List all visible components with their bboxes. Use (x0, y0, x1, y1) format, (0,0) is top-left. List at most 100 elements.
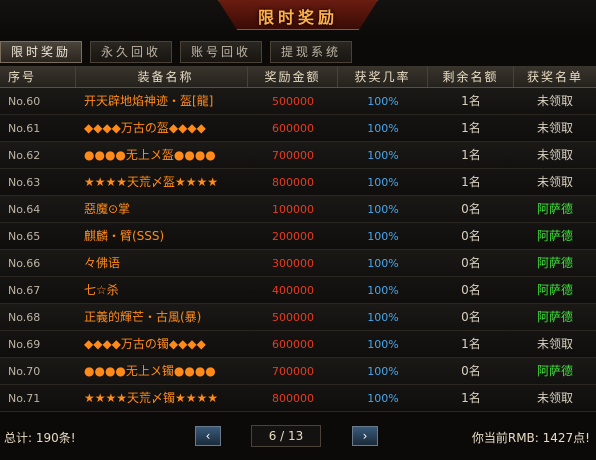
table-row: No.71 ★★★★天荒〆镯★★★★ 800000 100% 1名 未领取 (0, 385, 596, 412)
row-winner: 阿萨德 (536, 202, 573, 216)
tab-account-recycle[interactable]: 账号回收 (180, 41, 263, 63)
row-item-name: 々佛语 (84, 256, 121, 270)
row-no: No.71 (8, 392, 41, 405)
row-no: No.61 (8, 122, 41, 135)
header-name: 装备名称 (76, 66, 248, 87)
row-item-name: ◆◆◆◆万古の镯◆◆◆◆ (84, 337, 206, 351)
row-rate: 100% (367, 176, 399, 189)
row-amount: 700000 (272, 365, 314, 378)
row-rate: 100% (367, 149, 399, 162)
header-remaining: 剩余名额 (428, 66, 514, 87)
table-row: No.70 ●●●●无上〤镯●●●● 700000 100% 0名 阿萨德 (0, 358, 596, 385)
row-item-name: ◆◆◆◆万古の盔◆◆◆◆ (84, 121, 206, 135)
row-no: No.66 (8, 257, 41, 270)
row-remaining: 0名 (461, 283, 481, 297)
row-no: No.68 (8, 311, 41, 324)
rmb-balance: 你当前RMB: 1427点! (471, 431, 590, 445)
row-remaining: 0名 (461, 364, 481, 378)
row-winner: 阿萨德 (536, 310, 573, 324)
tab-withdraw-system[interactable]: 提现系统 (270, 41, 353, 63)
header-no: 序号 (0, 66, 76, 87)
page-indicator: 6 / 13 (251, 425, 321, 447)
row-winner: 未领取 (536, 94, 573, 108)
row-amount: 700000 (272, 149, 314, 162)
row-amount: 600000 (272, 338, 314, 351)
row-rate: 100% (367, 392, 399, 405)
row-remaining: 0名 (461, 229, 481, 243)
row-item-name: ●●●●无上〤镯●●●● (84, 364, 216, 378)
table-row: No.63 ★★★★天荒〆盔★★★★ 800000 100% 1名 未领取 (0, 169, 596, 196)
row-winner: 阿萨德 (536, 229, 573, 243)
row-no: No.60 (8, 95, 41, 108)
tab-permanent-recycle[interactable]: 永久回收 (90, 41, 173, 63)
row-rate: 100% (367, 338, 399, 351)
row-no: No.70 (8, 365, 41, 378)
row-rate: 100% (367, 203, 399, 216)
row-amount: 800000 (272, 392, 314, 405)
row-amount: 200000 (272, 230, 314, 243)
table-header: 序号 装备名称 奖励金额 获奖几率 剩余名额 获奖名单 (0, 66, 596, 88)
row-amount: 500000 (272, 311, 314, 324)
row-remaining: 1名 (461, 121, 481, 135)
row-item-name: 七☆杀 (84, 283, 119, 297)
row-amount: 100000 (272, 203, 314, 216)
row-amount: 800000 (272, 176, 314, 189)
row-item-name: ★★★★天荒〆盔★★★★ (84, 175, 219, 189)
row-winner: 未领取 (536, 391, 573, 405)
table-row: No.65 麒麟・臂(SSS) 200000 100% 0名 阿萨德 (0, 223, 596, 250)
header-rate: 获奖几率 (338, 66, 428, 87)
row-remaining: 1名 (461, 337, 481, 351)
pagination-footer: 总计: 190条! ‹ 6 / 13 › 你当前RMB: 1427点! (0, 421, 596, 460)
total-count: 总计: 190条! (4, 431, 76, 445)
row-rate: 100% (367, 122, 399, 135)
reward-table: 序号 装备名称 奖励金额 获奖几率 剩余名额 获奖名单 No.60 开天辟地焰神迹… (0, 66, 596, 412)
next-page-button[interactable]: › (352, 426, 378, 446)
header-banner: 限时奖励 (0, 0, 596, 38)
row-remaining: 1名 (461, 391, 481, 405)
table-row: No.61 ◆◆◆◆万古の盔◆◆◆◆ 600000 100% 1名 未领取 (0, 115, 596, 142)
row-winner: 阿萨德 (536, 283, 573, 297)
row-remaining: 1名 (461, 94, 481, 108)
table-row: No.68 正義的輝芒・古風(暴) 500000 100% 0名 阿萨德 (0, 304, 596, 331)
row-amount: 600000 (272, 122, 314, 135)
table-row: No.66 々佛语 300000 100% 0名 阿萨德 (0, 250, 596, 277)
row-remaining: 0名 (461, 310, 481, 324)
row-amount: 500000 (272, 95, 314, 108)
row-rate: 100% (367, 365, 399, 378)
row-no: No.69 (8, 338, 41, 351)
row-remaining: 0名 (461, 256, 481, 270)
row-no: No.67 (8, 284, 41, 297)
row-no: No.65 (8, 230, 41, 243)
row-item-name: 正義的輝芒・古風(暴) (84, 310, 202, 324)
row-no: No.64 (8, 203, 41, 216)
row-rate: 100% (367, 311, 399, 324)
prev-page-button[interactable]: ‹ (195, 426, 221, 446)
row-rate: 100% (367, 284, 399, 297)
row-winner: 未领取 (536, 175, 573, 189)
row-item-name: 惡魔⊙掌 (84, 202, 131, 216)
row-no: No.62 (8, 149, 41, 162)
table-body: No.60 开天辟地焰神迹・盔[龍] 500000 100% 1名 未领取 No.61 ◆◆◆… (0, 88, 596, 412)
tab-bar: 限时奖励 永久回收 账号回收 提现系统 (0, 41, 360, 63)
row-remaining: 0名 (461, 202, 481, 216)
table-row: No.67 七☆杀 400000 100% 0名 阿萨德 (0, 277, 596, 304)
row-item-name: 麒麟・臂(SSS) (84, 229, 165, 243)
row-winner: 未领取 (536, 337, 573, 351)
row-remaining: 1名 (461, 175, 481, 189)
table-row: No.60 开天辟地焰神迹・盔[龍] 500000 100% 1名 未领取 (0, 88, 596, 115)
row-winner: 阿萨德 (536, 256, 573, 270)
table-row: No.69 ◆◆◆◆万古の镯◆◆◆◆ 600000 100% 1名 未领取 (0, 331, 596, 358)
row-winner: 阿萨德 (536, 364, 573, 378)
row-remaining: 1名 (461, 148, 481, 162)
row-item-name: ●●●●无上〤盔●●●● (84, 148, 216, 162)
row-amount: 300000 (272, 257, 314, 270)
tab-limited-reward[interactable]: 限时奖励 (0, 41, 83, 63)
header-winner: 获奖名单 (526, 70, 583, 84)
page-title: 限时奖励 (257, 8, 338, 27)
header-amount: 奖励金额 (248, 66, 338, 87)
row-no: No.63 (8, 176, 41, 189)
table-row: No.64 惡魔⊙掌 100000 100% 0名 阿萨德 (0, 196, 596, 223)
row-amount: 400000 (272, 284, 314, 297)
row-item-name: ★★★★天荒〆镯★★★★ (84, 391, 219, 405)
row-winner: 未领取 (536, 148, 573, 162)
